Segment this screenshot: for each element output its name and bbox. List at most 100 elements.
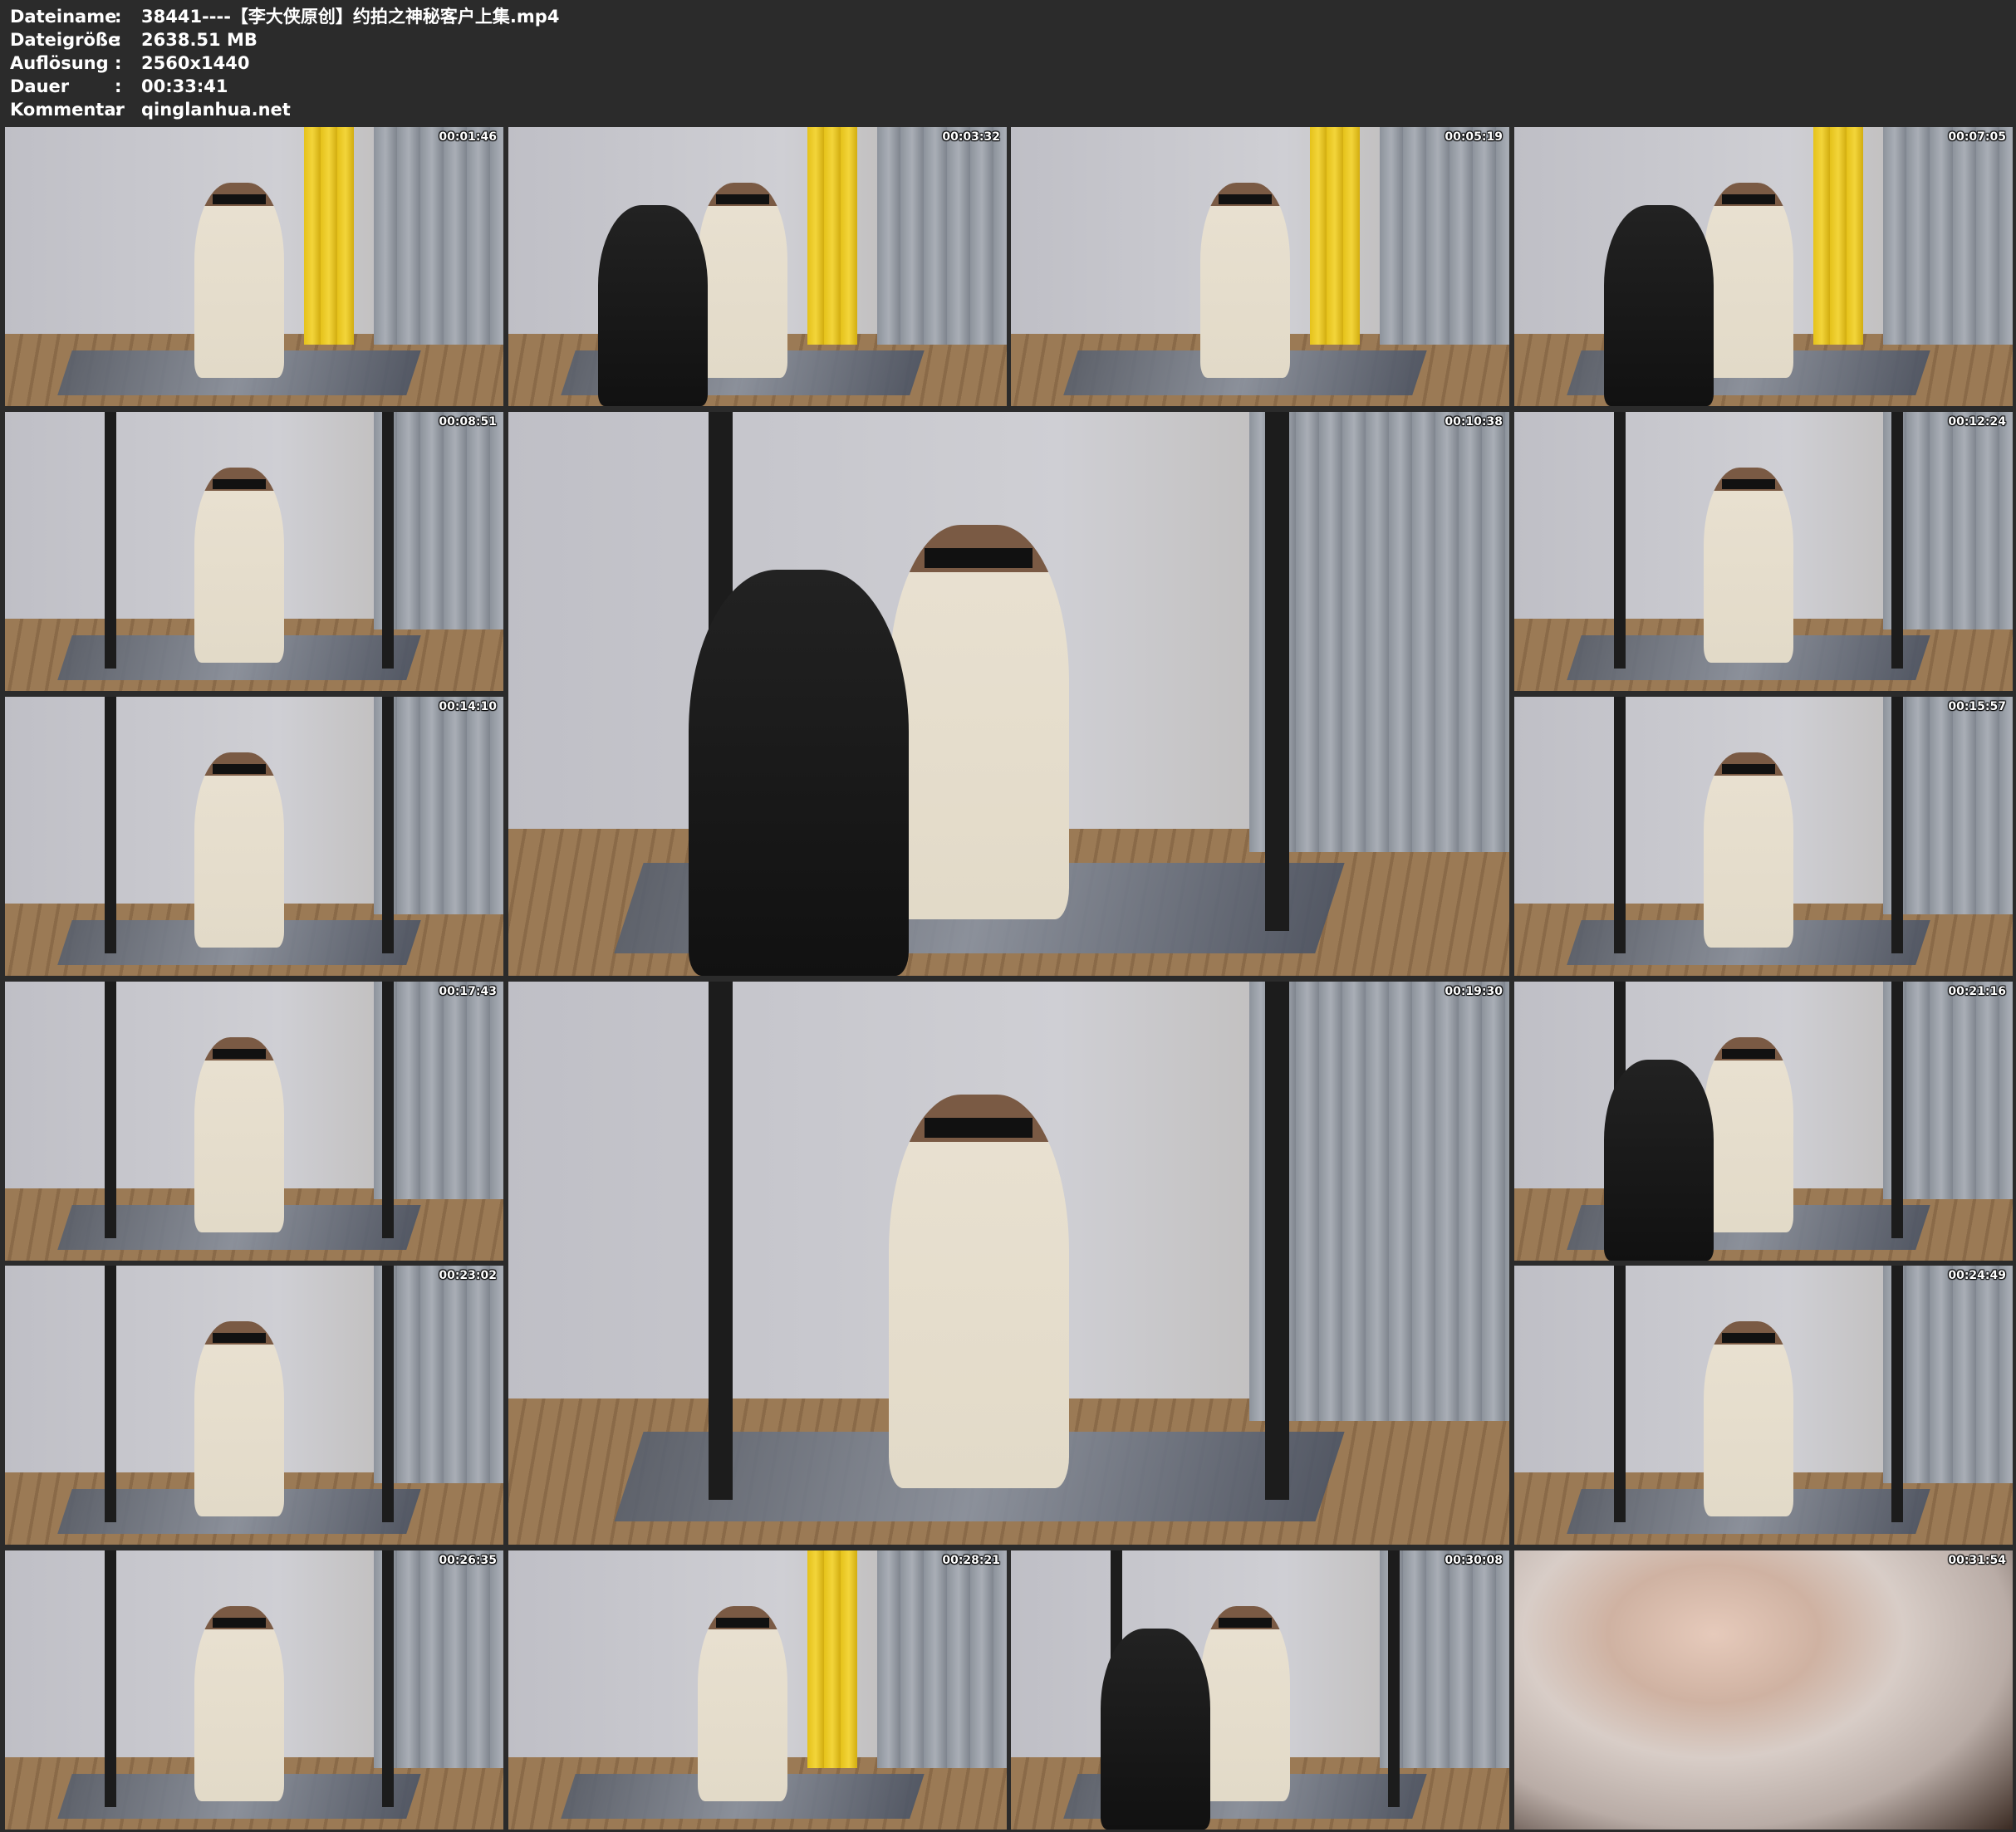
thumbnail-timestamp: 00:19:30 xyxy=(1445,985,1503,998)
scene-second-person xyxy=(1604,1060,1714,1261)
info-value-filename: 38441----【李大侠原创】约拍之神秘客户上集.mp4 xyxy=(141,7,560,27)
scene-closeup xyxy=(1514,1550,2013,1830)
video-thumbnail: 00:07:05 xyxy=(1514,127,2013,406)
thumbnail-timestamp: 00:17:43 xyxy=(439,985,497,998)
thumbnail-timestamp: 00:30:08 xyxy=(1445,1554,1503,1567)
info-value-duration: 00:33:41 xyxy=(141,76,228,96)
thumbnail-timestamp: 00:26:35 xyxy=(439,1554,497,1567)
scene-metal-frame xyxy=(1891,412,1903,669)
scene-yellow-curtain xyxy=(807,1550,857,1769)
info-value-filesize: 2638.51 MB xyxy=(141,30,258,50)
scene-metal-frame xyxy=(1891,982,1903,1239)
info-key: Dauer xyxy=(10,76,70,96)
scene-yellow-curtain xyxy=(1813,127,1863,345)
thumbnail-timestamp: 00:28:21 xyxy=(942,1554,1000,1567)
scene-metal-frame xyxy=(381,1266,394,1523)
scene-curtain xyxy=(877,1550,1007,1769)
video-thumbnail: 00:05:19 xyxy=(1011,127,1509,406)
thumbnail-timestamp: 00:07:05 xyxy=(1948,130,2006,144)
scene-figure xyxy=(194,1037,284,1233)
scene-curtain xyxy=(1883,127,2013,345)
thumbnail-timestamp: 00:31:54 xyxy=(1948,1554,2006,1567)
scene-curtain xyxy=(1380,127,1509,345)
video-thumbnail: 00:26:35 xyxy=(5,1550,503,1830)
info-row-comment: Kommentar : qinglanhua.net xyxy=(10,98,559,121)
scene-figure xyxy=(194,183,284,379)
info-row-filesize: Dateigröße : 2638.51 MB xyxy=(10,28,559,51)
info-separator: : xyxy=(115,100,122,120)
scene-yellow-curtain xyxy=(807,127,857,345)
video-thumbnail: 00:03:32 xyxy=(508,127,1007,406)
scene-metal-frame xyxy=(105,1266,117,1523)
video-thumbnail: 00:01:46 xyxy=(5,127,503,406)
video-thumbnail: 00:08:51 xyxy=(5,412,503,691)
info-value-resolution: 2560x1440 xyxy=(141,53,250,73)
scene-figure xyxy=(1704,1037,1793,1233)
info-separator: : xyxy=(115,76,122,96)
info-row-duration: Dauer : 00:33:41 xyxy=(10,75,559,98)
video-thumbnail: 00:14:10 xyxy=(5,697,503,976)
scene-metal-frame xyxy=(381,697,394,954)
scene-metal-frame xyxy=(381,1550,394,1808)
scene-figure xyxy=(194,752,284,948)
video-thumbnail: 00:23:02 xyxy=(5,1266,503,1545)
video-thumbnail: 00:10:38 xyxy=(508,412,1509,976)
scene-metal-frame xyxy=(1614,1266,1626,1523)
scene-figure xyxy=(194,1321,284,1517)
info-key: Dateigröße xyxy=(10,30,120,50)
scene-second-person xyxy=(1604,205,1714,406)
scene-figure xyxy=(888,1094,1069,1489)
thumbnail-timestamp: 00:08:51 xyxy=(439,415,497,429)
scene-metal-frame xyxy=(1265,982,1289,1500)
scene-figure xyxy=(1704,1321,1793,1517)
scene-figure xyxy=(698,1606,787,1802)
scene-metal-frame xyxy=(709,982,733,1500)
scene-metal-frame xyxy=(1614,697,1626,954)
video-thumbnail: 00:24:49 xyxy=(1514,1266,2013,1545)
thumbnail-timestamp: 00:10:38 xyxy=(1445,415,1503,429)
scene-curtain xyxy=(374,127,503,345)
scene-metal-frame xyxy=(1891,697,1903,954)
scene-figure xyxy=(1704,752,1793,948)
thumbnail-timestamp: 00:03:32 xyxy=(942,130,1000,144)
scene-figure xyxy=(194,468,284,664)
video-thumbnail: 00:30:08 xyxy=(1011,1550,1509,1830)
video-thumbnail: 00:31:54 xyxy=(1514,1550,2013,1830)
scene-figure xyxy=(698,183,787,379)
info-row-filename: Dateiname : 38441----【李大侠原创】约拍之神秘客户上集.mp… xyxy=(10,5,559,28)
scene-metal-frame xyxy=(1387,1550,1400,1808)
scene-second-person xyxy=(598,205,708,406)
scene-figure xyxy=(1200,183,1290,379)
scene-metal-frame xyxy=(105,697,117,954)
scene-metal-frame xyxy=(381,412,394,669)
info-key: Kommentar xyxy=(10,100,125,120)
scene-figure xyxy=(1200,1606,1290,1802)
thumbnail-timestamp: 00:24:49 xyxy=(1948,1269,2006,1282)
thumbnail-timestamp: 00:14:10 xyxy=(439,700,497,713)
scene-curtain xyxy=(877,127,1007,345)
thumbnail-timestamp: 00:05:19 xyxy=(1445,130,1503,144)
scene-metal-frame xyxy=(1265,412,1289,931)
scene-figure xyxy=(888,524,1069,920)
scene-second-person xyxy=(688,570,909,976)
scene-figure xyxy=(1704,468,1793,664)
thumbnail-timestamp: 00:15:57 xyxy=(1948,700,2006,713)
video-thumbnail: 00:19:30 xyxy=(508,982,1509,1545)
info-key: Dateiname xyxy=(10,7,117,27)
scene-yellow-curtain xyxy=(304,127,354,345)
video-thumbnail: 00:21:16 xyxy=(1514,982,2013,1261)
thumbnail-timestamp: 00:12:24 xyxy=(1948,415,2006,429)
scene-metal-frame xyxy=(105,1550,117,1808)
info-separator: : xyxy=(115,30,122,50)
info-key: Auflösung xyxy=(10,53,109,73)
scene-yellow-curtain xyxy=(1310,127,1360,345)
scene-metal-frame xyxy=(105,982,117,1239)
scene-metal-frame xyxy=(1891,1266,1903,1523)
info-value-comment: qinglanhua.net xyxy=(141,100,291,120)
info-row-resolution: Auflösung : 2560x1440 xyxy=(10,51,559,75)
scene-figure xyxy=(194,1606,284,1802)
video-thumbnail: 00:15:57 xyxy=(1514,697,2013,976)
video-thumbnail: 00:17:43 xyxy=(5,982,503,1261)
info-separator: : xyxy=(115,53,122,73)
video-thumbnail: 00:28:21 xyxy=(508,1550,1007,1830)
